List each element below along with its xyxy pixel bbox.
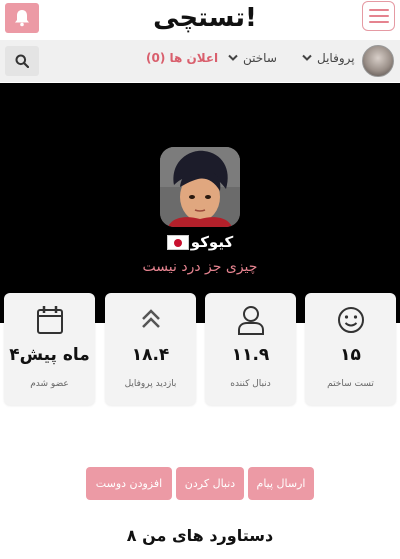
- search-button[interactable]: [5, 46, 39, 76]
- profile-picture: [160, 147, 240, 227]
- stat-value: ۱۱.۹: [231, 345, 270, 365]
- bell-icon: [15, 10, 29, 27]
- user-avatar[interactable]: [362, 45, 394, 77]
- menu-button[interactable]: [362, 1, 395, 31]
- action-buttons: افزودن دوست دنبال کردن ارسال پیام: [0, 467, 400, 501]
- hamburger-icon-line: [368, 21, 389, 23]
- stat-card-followers: ۱۱.۹ دنبال کننده: [205, 293, 296, 405]
- stat-value: ۱۵: [340, 345, 361, 365]
- achievements-title: دستاورد های من ۸: [126, 526, 274, 545]
- top-header: تستچی!: [0, 0, 400, 40]
- user-icon: [237, 306, 264, 335]
- profile-banner: کیوکو چیزی جز درد نیست: [0, 83, 400, 323]
- chevrons-up-icon: [141, 309, 160, 328]
- nav-create-label: ساختن: [243, 51, 277, 65]
- stat-label: بازدید پروفایل: [124, 379, 177, 389]
- nav-profile[interactable]: پروفایل: [302, 51, 355, 65]
- stats-row: ۱۵ تست ساختم ۱۱.۹ دنبال کننده ۱۸.۴ بازدی…: [0, 293, 400, 405]
- stat-card-tests: ۱۵ تست ساختم: [305, 293, 396, 405]
- stat-label: تست ساختم: [327, 379, 374, 389]
- profile-bio: چیزی جز درد نیست: [142, 259, 258, 275]
- username-text: کیوکو: [190, 233, 234, 251]
- hamburger-icon-line: [368, 9, 389, 11]
- username: کیوکو: [0, 233, 400, 251]
- stat-card-views: ۱۸.۴ بازدید پروفایل: [105, 293, 196, 405]
- nav-create[interactable]: ساختن: [228, 51, 277, 65]
- nav-profile-label: پروفایل: [317, 51, 355, 65]
- stat-value: ۱۸.۴: [131, 345, 170, 365]
- calendar-icon: [36, 306, 63, 334]
- stat-label: دنبال کننده: [230, 379, 271, 389]
- stat-card-member: ۴ماه پیش عضو شدم: [4, 293, 95, 405]
- chevron-down-icon: [302, 54, 312, 61]
- notifications-button[interactable]: [5, 3, 39, 33]
- japan-flag-icon: [166, 234, 189, 250]
- stat-value: ۴ماه پیش: [9, 345, 90, 365]
- smiley-icon: [337, 307, 364, 333]
- nav-bar: اعلان ها (0) ساختن پروفایل: [0, 40, 400, 82]
- nav-ads-label: اعلان ها (0): [146, 51, 219, 65]
- hamburger-icon-line: [368, 15, 389, 17]
- nav-ads[interactable]: اعلان ها (0): [146, 51, 218, 65]
- chevron-down-icon: [228, 54, 238, 61]
- send-message-button[interactable]: ارسال پیام: [248, 467, 314, 500]
- site-logo[interactable]: تستچی!: [150, 0, 260, 36]
- add-friend-button[interactable]: افزودن دوست: [86, 467, 172, 500]
- stat-label: عضو شدم: [30, 379, 69, 389]
- follow-button[interactable]: دنبال کردن: [176, 467, 244, 500]
- search-icon: [15, 54, 29, 68]
